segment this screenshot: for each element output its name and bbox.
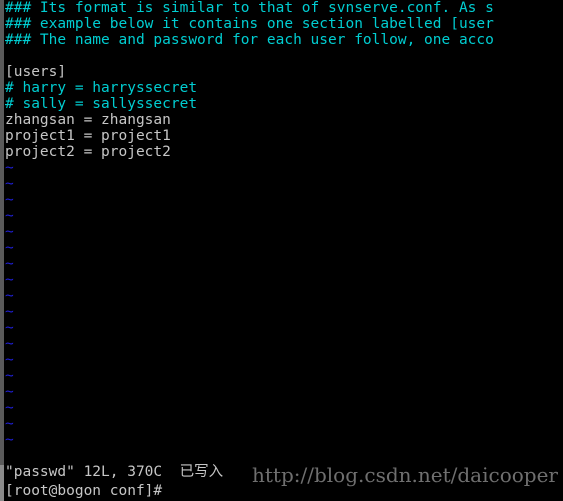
empty-line-marker: ~ [5,304,14,320]
empty-line-marker: ~ [5,288,14,304]
buffer-line [5,48,563,64]
empty-line-marker: ~ [5,336,14,352]
vim-status-area: "passwd" 12L, 370C 已写入 [root@bogon conf]… [5,463,563,501]
buffer-line: ### example below it contains one sectio… [5,16,494,32]
empty-line-marker: ~ [5,320,14,336]
status-write-message: 已写入 [179,464,224,480]
empty-line-marker: ~ [5,384,14,400]
empty-line-marker: ~ [5,176,14,192]
buffer-line: # sally = sallyssecret [5,96,198,112]
status-file-info: "passwd" 12L, 370C [5,464,180,480]
empty-line-marker: ~ [5,432,14,448]
terminal-window[interactable]: ### Its format is similar to that of svn… [0,0,563,501]
empty-line-marker: ~ [5,368,14,384]
vim-status-message: "passwd" 12L, 370C 已写入 [5,463,563,482]
empty-line-marker: ~ [5,160,14,176]
buffer-line: ### Its format is similar to that of svn… [5,0,494,16]
empty-line-marker: ~ [5,416,14,432]
buffer-line: project2 = project2 [5,144,171,160]
buffer-line: zhangsan = zhangsan [5,112,171,128]
buffer-line: # harry = harryssecret [5,80,198,96]
empty-line-marker: ~ [5,240,14,256]
scrollbar-thumb[interactable] [0,0,4,465]
empty-line-marker: ~ [5,400,14,416]
shell-prompt[interactable]: [root@bogon conf]# [5,482,563,501]
empty-line-marker: ~ [5,272,14,288]
empty-line-marker: ~ [5,256,14,272]
empty-line-marker: ~ [5,352,14,368]
empty-line-marker: ~ [5,224,14,240]
empty-line-marker: ~ [5,208,14,224]
buffer-line: ### The name and password for each user … [5,32,494,48]
buffer-line: project1 = project1 [5,128,171,144]
buffer-line: [users] [5,64,67,80]
vim-text-buffer[interactable]: ### Its format is similar to that of svn… [5,0,563,448]
scrollbar[interactable] [0,0,4,501]
empty-line-marker: ~ [5,192,14,208]
